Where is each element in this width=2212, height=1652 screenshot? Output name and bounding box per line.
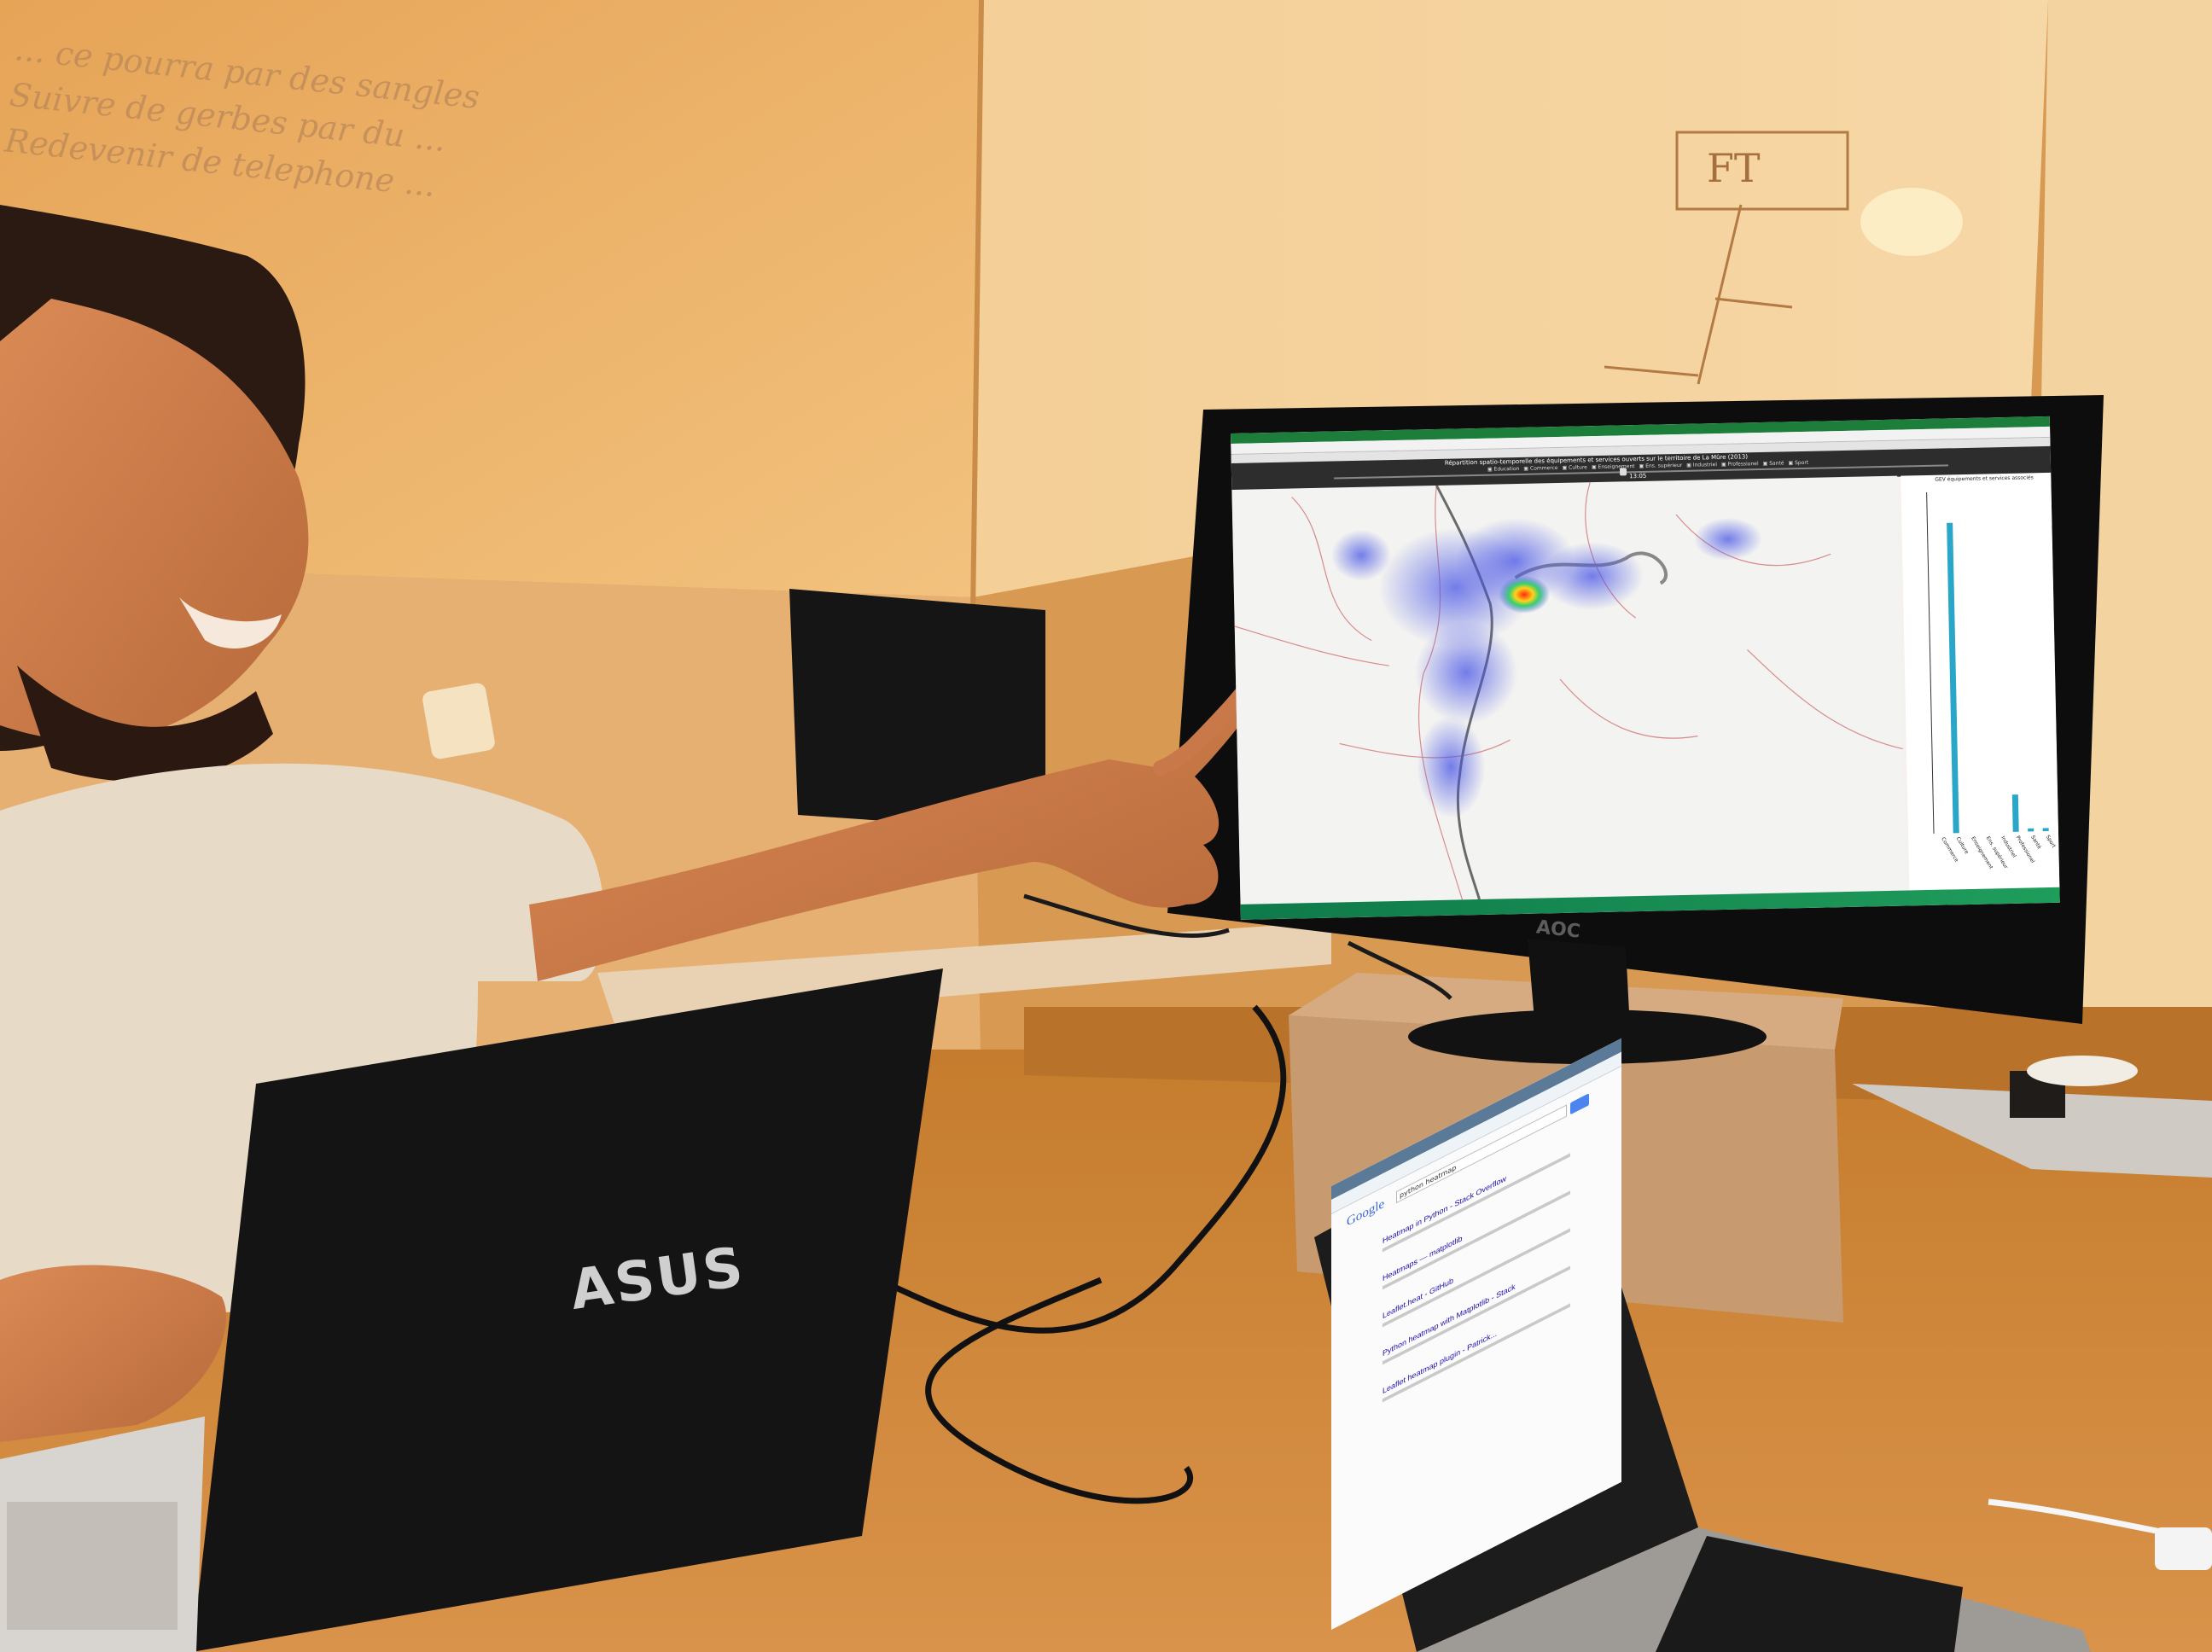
bar <box>1947 522 1959 834</box>
x-tick-label: Sport <box>2045 835 2058 850</box>
bar-chart: CommerceCulture EnseignementEns. supérieu… <box>1926 492 2058 870</box>
layer-checkbox[interactable]: ▣ Commerce <box>1523 465 1557 472</box>
layer-checkbox[interactable]: ▣ Santé <box>1763 460 1784 467</box>
x-tick-label: Culture <box>1955 836 1970 856</box>
y-axis <box>1926 492 1935 834</box>
photo-scene: ASUS AOC ... ce pourra par des sangles S… <box>0 0 2212 1652</box>
layer-checkbox[interactable]: ▣ Culture <box>1562 464 1587 471</box>
layer-checkbox[interactable]: ▣ Professionel <box>1721 461 1759 468</box>
bar <box>2011 794 2019 832</box>
search-result-snippet <box>1382 1303 1570 1403</box>
layer-checkbox[interactable]: ▣ Ens. supérieur <box>1639 462 1683 469</box>
layer-checkbox[interactable]: ▣ Education <box>1487 466 1520 473</box>
monitor-screen: Répartition spatio-temporelle des équipe… <box>1231 416 2060 920</box>
layer-checkbox[interactable]: ▣ Enseignement <box>1592 463 1635 470</box>
heatmap-layer <box>1234 482 1904 900</box>
heatmap-map[interactable] <box>1231 475 1906 905</box>
x-tick-label: Santé <box>2029 835 2042 851</box>
heat-blob <box>1693 517 1762 561</box>
whiteboard-box-label: FT <box>1707 145 1761 191</box>
bar-chart-panel: GEV équipements et services associés Com… <box>1901 472 2060 891</box>
white-disc <box>2027 1056 2138 1086</box>
asus-keyboard <box>7 1502 178 1630</box>
power-adapter <box>2155 1527 2212 1570</box>
layer-checkbox[interactable]: ▣ Industriel <box>1686 462 1717 468</box>
time-slider-thumb[interactable] <box>1619 468 1627 476</box>
search-button[interactable] <box>1570 1093 1589 1115</box>
heat-blob <box>1417 715 1486 818</box>
bar <box>2042 828 2049 832</box>
wall-outlet <box>422 683 495 759</box>
commune-boundaries <box>1234 482 1904 900</box>
aoc-logo: AOC <box>1534 916 1582 943</box>
bar <box>2028 828 2034 832</box>
layer-checkbox[interactable]: ▣ Sport <box>1788 460 1808 466</box>
time-label: 13:05 <box>1629 472 1647 480</box>
light-reflection <box>1860 188 1963 256</box>
